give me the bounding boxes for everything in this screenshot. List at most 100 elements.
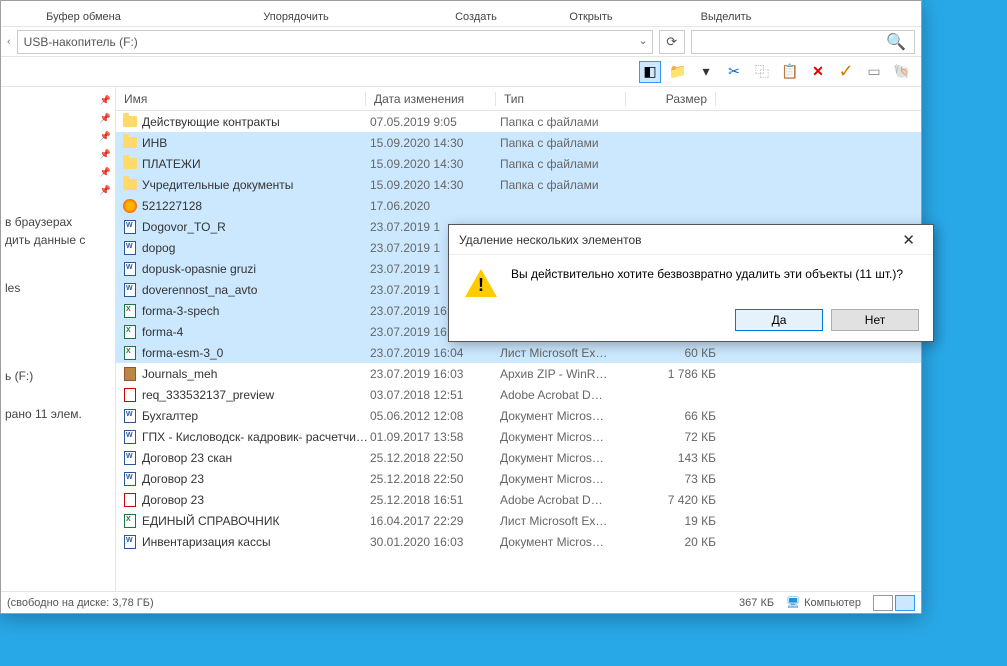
file-icon xyxy=(122,471,138,487)
file-type: Документ Micros… xyxy=(500,535,630,549)
file-row[interactable]: 52122712817.06.2020 xyxy=(116,195,921,216)
file-name: ЕДИНЫЙ СПРАВОЧНИК xyxy=(142,514,370,528)
file-name: forma-esm-3_0 xyxy=(142,346,370,360)
file-name: Договор 23 скан xyxy=(142,451,370,465)
file-row[interactable]: ГПХ - Кисловодск- кадровик- расчетчи…01.… xyxy=(116,426,921,447)
file-row[interactable]: Договор 2325.12.2018 16:51Adobe Acrobat … xyxy=(116,489,921,510)
file-row[interactable]: Действующие контракты07.05.2019 9:05Папк… xyxy=(116,111,921,132)
file-date: 07.05.2019 9:05 xyxy=(370,115,500,129)
sidebar-item[interactable]: les xyxy=(3,279,113,297)
file-icon xyxy=(122,198,138,214)
pin-icon: 📌 xyxy=(100,113,111,124)
cut-icon[interactable]: ✂ xyxy=(723,61,745,83)
ribbon-create[interactable]: Создать xyxy=(426,11,526,26)
search-box[interactable]: 🔍 xyxy=(691,30,915,54)
file-name: Договор 23 xyxy=(142,472,370,486)
file-type: Adobe Acrobat D… xyxy=(500,493,630,507)
file-date: 25.12.2018 16:51 xyxy=(370,493,500,507)
sidebar: 📌 📌 📌 📌 📌 📌 в браузерах дить данные с le… xyxy=(1,87,116,591)
sidebar-item[interactable]: в браузерах xyxy=(3,213,113,231)
file-name: doverennost_na_avto xyxy=(142,283,370,297)
file-name: Инвентаризация кассы xyxy=(142,535,370,549)
status-bar: (свободно на диске: 3,78 ГБ) 367 КБ 🖥Ком… xyxy=(1,591,921,613)
nav-back-icon[interactable]: ‹ xyxy=(7,36,11,48)
file-icon xyxy=(122,345,138,361)
file-type: Документ Micros… xyxy=(500,472,630,486)
dialog-titlebar: Удаление нескольких элементов ✕ xyxy=(449,225,933,255)
file-row[interactable]: Договор 2325.12.2018 22:50Документ Micro… xyxy=(116,468,921,489)
file-icon xyxy=(122,534,138,550)
view-icon[interactable]: ◧ xyxy=(639,61,661,83)
ribbon-organize[interactable]: Упорядочить xyxy=(166,11,426,26)
file-name: Бухгалтер xyxy=(142,409,370,423)
search-icon: 🔍 xyxy=(886,32,906,52)
address-row: ‹ USB-накопитель (F:) ⌄ ⟳ 🔍 xyxy=(1,27,921,57)
ribbon-select[interactable]: Выделить xyxy=(656,11,796,26)
file-date: 15.09.2020 14:30 xyxy=(370,136,500,150)
file-type: Лист Microsoft Ex… xyxy=(500,514,630,528)
file-row[interactable]: forma-esm-3_023.07.2019 16:04Лист Micros… xyxy=(116,342,921,363)
col-size[interactable]: Размер xyxy=(626,92,716,106)
file-row[interactable]: Инвентаризация кассы30.01.2020 16:03Доку… xyxy=(116,531,921,552)
file-row[interactable]: Journals_meh23.07.2019 16:03Архив ZIP - … xyxy=(116,363,921,384)
file-row[interactable]: ПЛАТЕЖИ15.09.2020 14:30Папка с файлами xyxy=(116,153,921,174)
sidebar-item[interactable]: 📌 xyxy=(3,109,113,127)
file-size: 60 КБ xyxy=(630,346,716,360)
file-icon xyxy=(122,303,138,319)
pin-icon: 📌 xyxy=(100,149,111,160)
dialog-message: Вы действительно хотите безвозвратно уда… xyxy=(511,267,903,281)
file-size: 66 КБ xyxy=(630,409,716,423)
paste-icon[interactable]: 📋 xyxy=(779,61,801,83)
dialog-close-button[interactable]: ✕ xyxy=(894,229,923,251)
status-computer: 🖥Компьютер xyxy=(786,596,861,609)
sidebar-item[interactable]: 📌 xyxy=(3,127,113,145)
file-icon xyxy=(122,513,138,529)
pin-icon: 📌 xyxy=(100,167,111,178)
file-name: Journals_meh xyxy=(142,367,370,381)
view-details-icon[interactable] xyxy=(895,595,915,611)
file-icon xyxy=(122,219,138,235)
sidebar-item[interactable]: 📌 xyxy=(3,145,113,163)
file-date: 23.07.2019 16:04 xyxy=(370,346,500,360)
file-type: Документ Micros… xyxy=(500,451,630,465)
col-type[interactable]: Тип xyxy=(496,92,626,106)
delete-icon[interactable]: ✕ xyxy=(807,61,829,83)
file-name: ИНВ xyxy=(142,136,370,150)
col-name[interactable]: Имя xyxy=(116,92,366,106)
delete-dialog: Удаление нескольких элементов ✕ ! Вы дей… xyxy=(448,224,934,342)
sidebar-item[interactable]: 📌 xyxy=(3,91,113,109)
shell-icon[interactable]: 🐚 xyxy=(891,61,913,83)
folder-move-icon[interactable]: 📁 xyxy=(667,61,689,83)
file-name: Договор 23 xyxy=(142,493,370,507)
sidebar-item[interactable]: 📌 xyxy=(3,163,113,181)
col-date[interactable]: Дата изменения xyxy=(366,92,496,106)
yes-button[interactable]: Да xyxy=(735,309,823,331)
properties-icon[interactable]: ▭ xyxy=(863,61,885,83)
sidebar-item[interactable]: ь (F:) xyxy=(3,367,113,385)
file-row[interactable]: ИНВ15.09.2020 14:30Папка с файлами xyxy=(116,132,921,153)
file-row[interactable]: Учредительные документы15.09.2020 14:30П… xyxy=(116,174,921,195)
ribbon-open[interactable]: Открыть xyxy=(526,11,656,26)
address-dropdown-icon[interactable]: ⌄ xyxy=(638,34,647,47)
file-type: Архив ZIP - WinR… xyxy=(500,367,630,381)
file-row[interactable]: Договор 23 скан25.12.2018 22:50Документ … xyxy=(116,447,921,468)
address-bar[interactable]: USB-накопитель (F:) ⌄ xyxy=(17,30,653,54)
sidebar-item[interactable]: 📌 xyxy=(3,181,113,199)
file-icon xyxy=(122,408,138,424)
no-button[interactable]: Нет xyxy=(831,309,919,331)
file-date: 05.06.2012 12:08 xyxy=(370,409,500,423)
ribbon-clipboard[interactable]: Буфер обмена xyxy=(1,11,166,26)
file-icon xyxy=(122,282,138,298)
refresh-button[interactable]: ⟳ xyxy=(659,30,685,54)
file-icon xyxy=(122,429,138,445)
check-icon[interactable]: ✓ xyxy=(835,61,857,83)
view-large-icon[interactable] xyxy=(873,595,893,611)
file-row[interactable]: req_333532137_preview03.07.2018 12:51Ado… xyxy=(116,384,921,405)
file-row[interactable]: ЕДИНЫЙ СПРАВОЧНИК16.04.2017 22:29Лист Mi… xyxy=(116,510,921,531)
sidebar-item[interactable]: дить данные с xyxy=(3,231,113,249)
file-name: Действующие контракты xyxy=(142,115,370,129)
status-size: 367 КБ xyxy=(739,597,774,609)
dropdown-icon[interactable]: ▾ xyxy=(695,61,717,83)
copy-icon[interactable]: ⿻ xyxy=(751,61,773,83)
file-row[interactable]: Бухгалтер05.06.2012 12:08Документ Micros… xyxy=(116,405,921,426)
